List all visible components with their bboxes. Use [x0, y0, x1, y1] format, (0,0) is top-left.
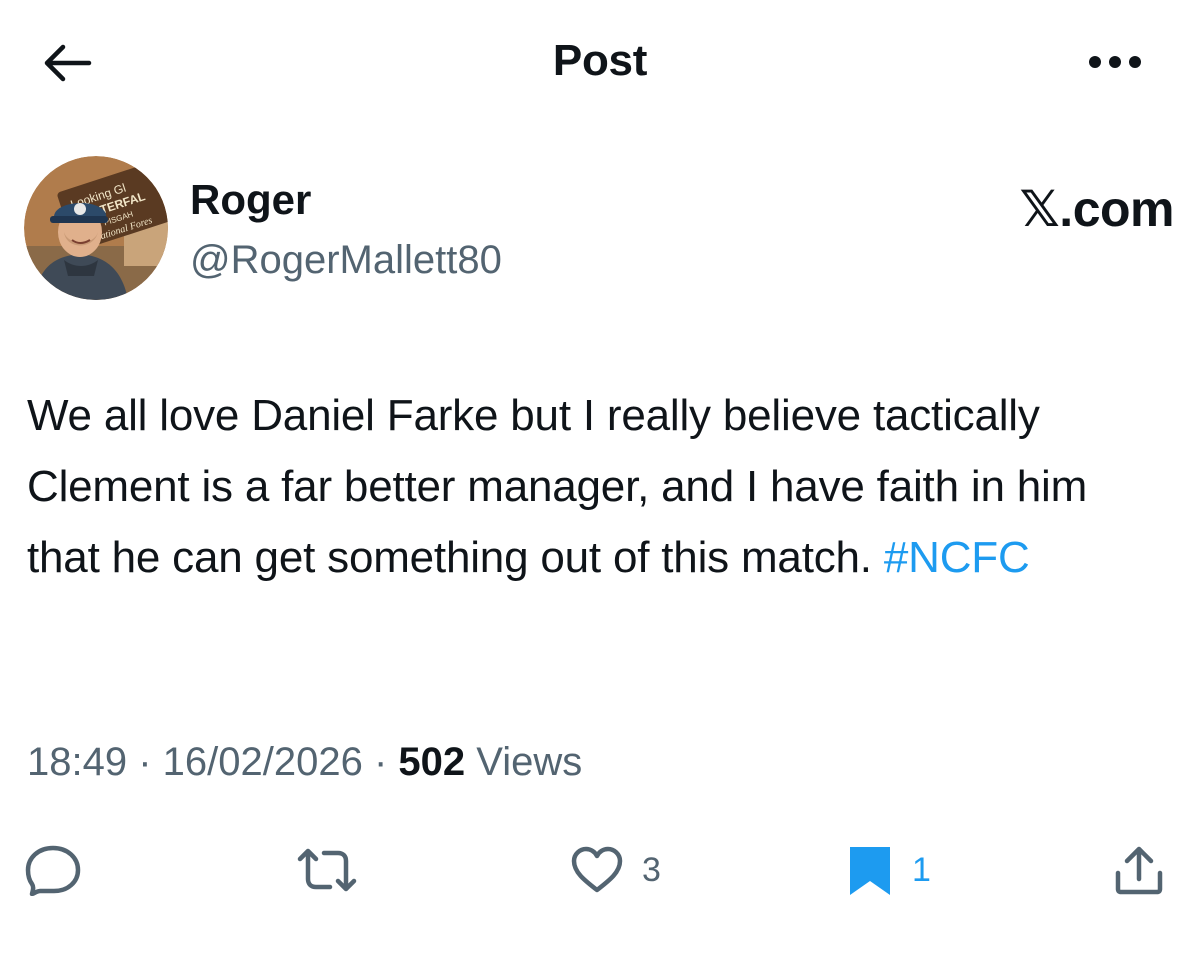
post-date: 16/02/2026 — [162, 740, 363, 784]
share-button[interactable] — [1112, 830, 1166, 910]
bookmark-icon — [850, 847, 890, 895]
repost-button[interactable] — [296, 830, 358, 910]
like-count: 3 — [642, 850, 661, 889]
x-com-watermark: 𝕏.com — [1019, 181, 1175, 237]
top-bar: Post — [0, 0, 1200, 126]
views-label: Views — [476, 740, 583, 784]
bookmark-button[interactable]: 1 — [846, 830, 931, 910]
post-author: Looking Gl WATERFAL PISGAH National Fore… — [24, 156, 1175, 306]
avatar-photo: Looking Gl WATERFAL PISGAH National Fore… — [24, 156, 168, 300]
more-horizontal-icon — [1089, 56, 1141, 68]
heart-icon — [571, 846, 623, 893]
bookmark-count: 1 — [912, 850, 931, 889]
post-time: 18:49 — [27, 740, 128, 784]
meta-separator: · — [362, 740, 399, 784]
reply-icon — [25, 845, 81, 896]
more-options-button[interactable] — [1084, 45, 1146, 79]
avatar[interactable]: Looking Gl WATERFAL PISGAH National Fore… — [24, 156, 168, 300]
post-screen: Post Looking Gl WATERFAL PISGAH National… — [0, 0, 1200, 979]
like-button[interactable]: 3 — [570, 830, 661, 910]
reply-button[interactable] — [24, 830, 82, 910]
author-handle[interactable]: @RogerMallett80 — [190, 238, 502, 283]
views-count[interactable]: 502 — [398, 740, 465, 784]
meta-separator: · — [127, 740, 163, 784]
page-title: Post — [552, 36, 648, 85]
repost-icon — [297, 848, 357, 892]
author-display-name[interactable]: Roger — [190, 176, 311, 224]
action-bar: 3 1 — [0, 830, 1200, 910]
post-text: We all love Daniel Farke but I really be… — [27, 380, 1167, 593]
hashtag-link[interactable]: #NCFC — [884, 533, 1030, 582]
share-icon — [1115, 846, 1163, 895]
post-meta: 18:49 · 16/02/2026 · 502 Views — [27, 740, 582, 785]
